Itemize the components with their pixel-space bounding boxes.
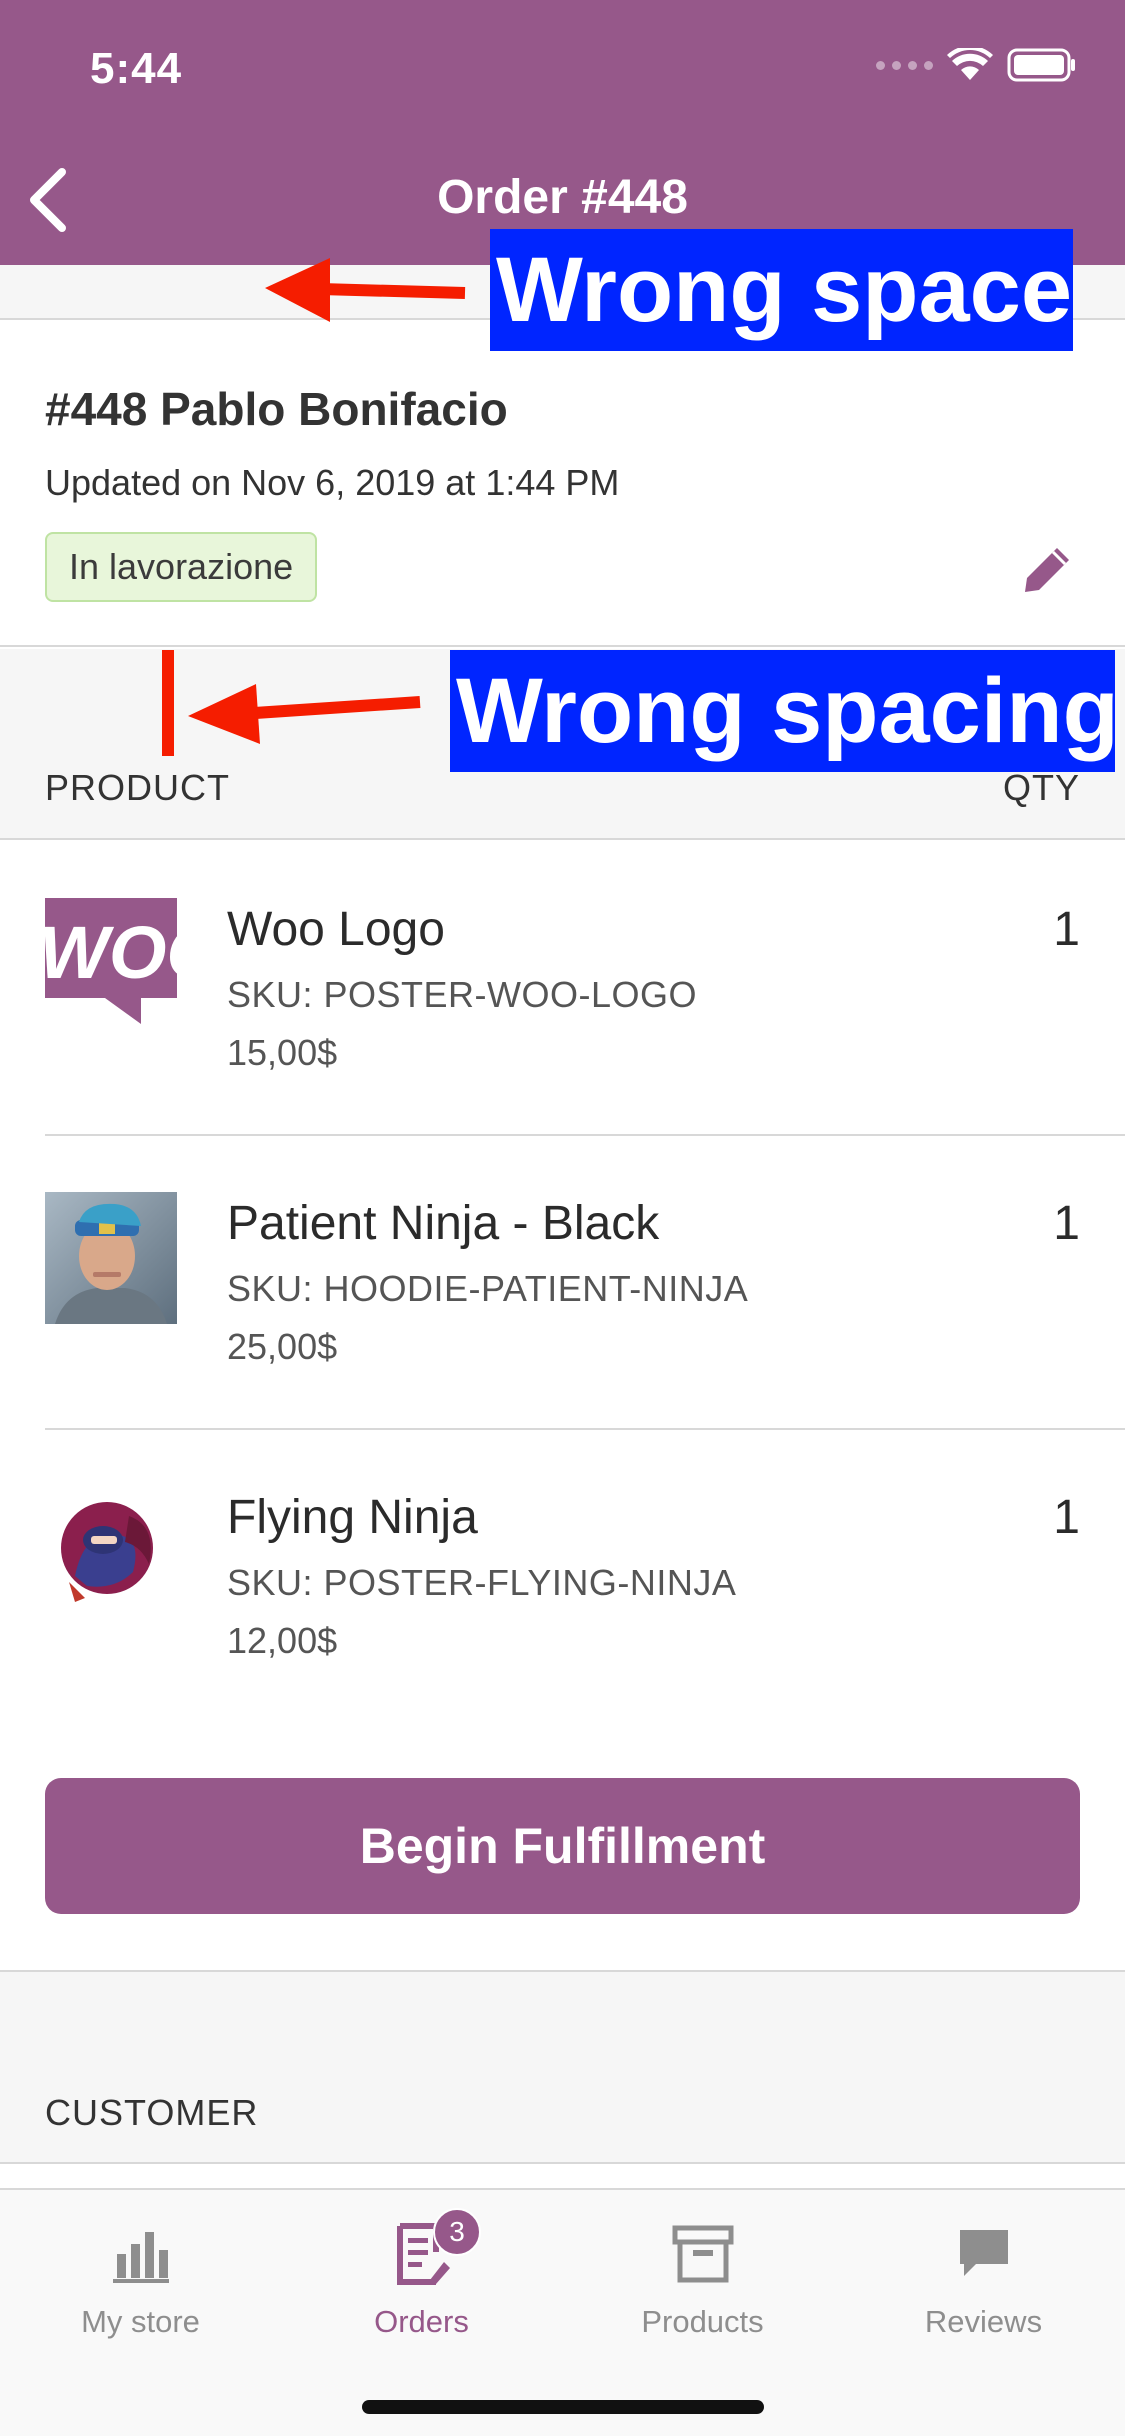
tab-label: Reviews — [924, 2304, 1043, 2339]
annotation-arrow-2 — [162, 650, 421, 756]
tab-reviews[interactable]: Reviews — [843, 2214, 1124, 2340]
annotation-label-wrong-spacing: Wrong spacing — [450, 650, 1119, 772]
tab-products[interactable]: Products — [562, 2214, 843, 2340]
home-indicator[interactable] — [362, 2400, 764, 2414]
tab-label: My store — [81, 2304, 200, 2339]
orders-icon: 3 — [281, 2208, 562, 2294]
annotation-arrows — [162, 258, 466, 756]
annotation-arrow-1 — [265, 258, 466, 322]
orders-count-badge: 3 — [433, 2208, 481, 2256]
tab-my-store[interactable]: My store — [0, 2214, 281, 2340]
archive-box-icon — [562, 2214, 843, 2294]
tab-orders[interactable]: 3 Orders — [281, 2208, 562, 2340]
annotation-label-wrong-space: Wrong space — [490, 229, 1073, 351]
tab-label: Orders — [374, 2304, 469, 2339]
tab-label: Products — [641, 2304, 764, 2339]
speech-bubble-icon — [843, 2214, 1124, 2294]
tab-bar: My store 3 Orders Products Reviews — [0, 2188, 1125, 2436]
bar-chart-icon — [0, 2214, 281, 2294]
